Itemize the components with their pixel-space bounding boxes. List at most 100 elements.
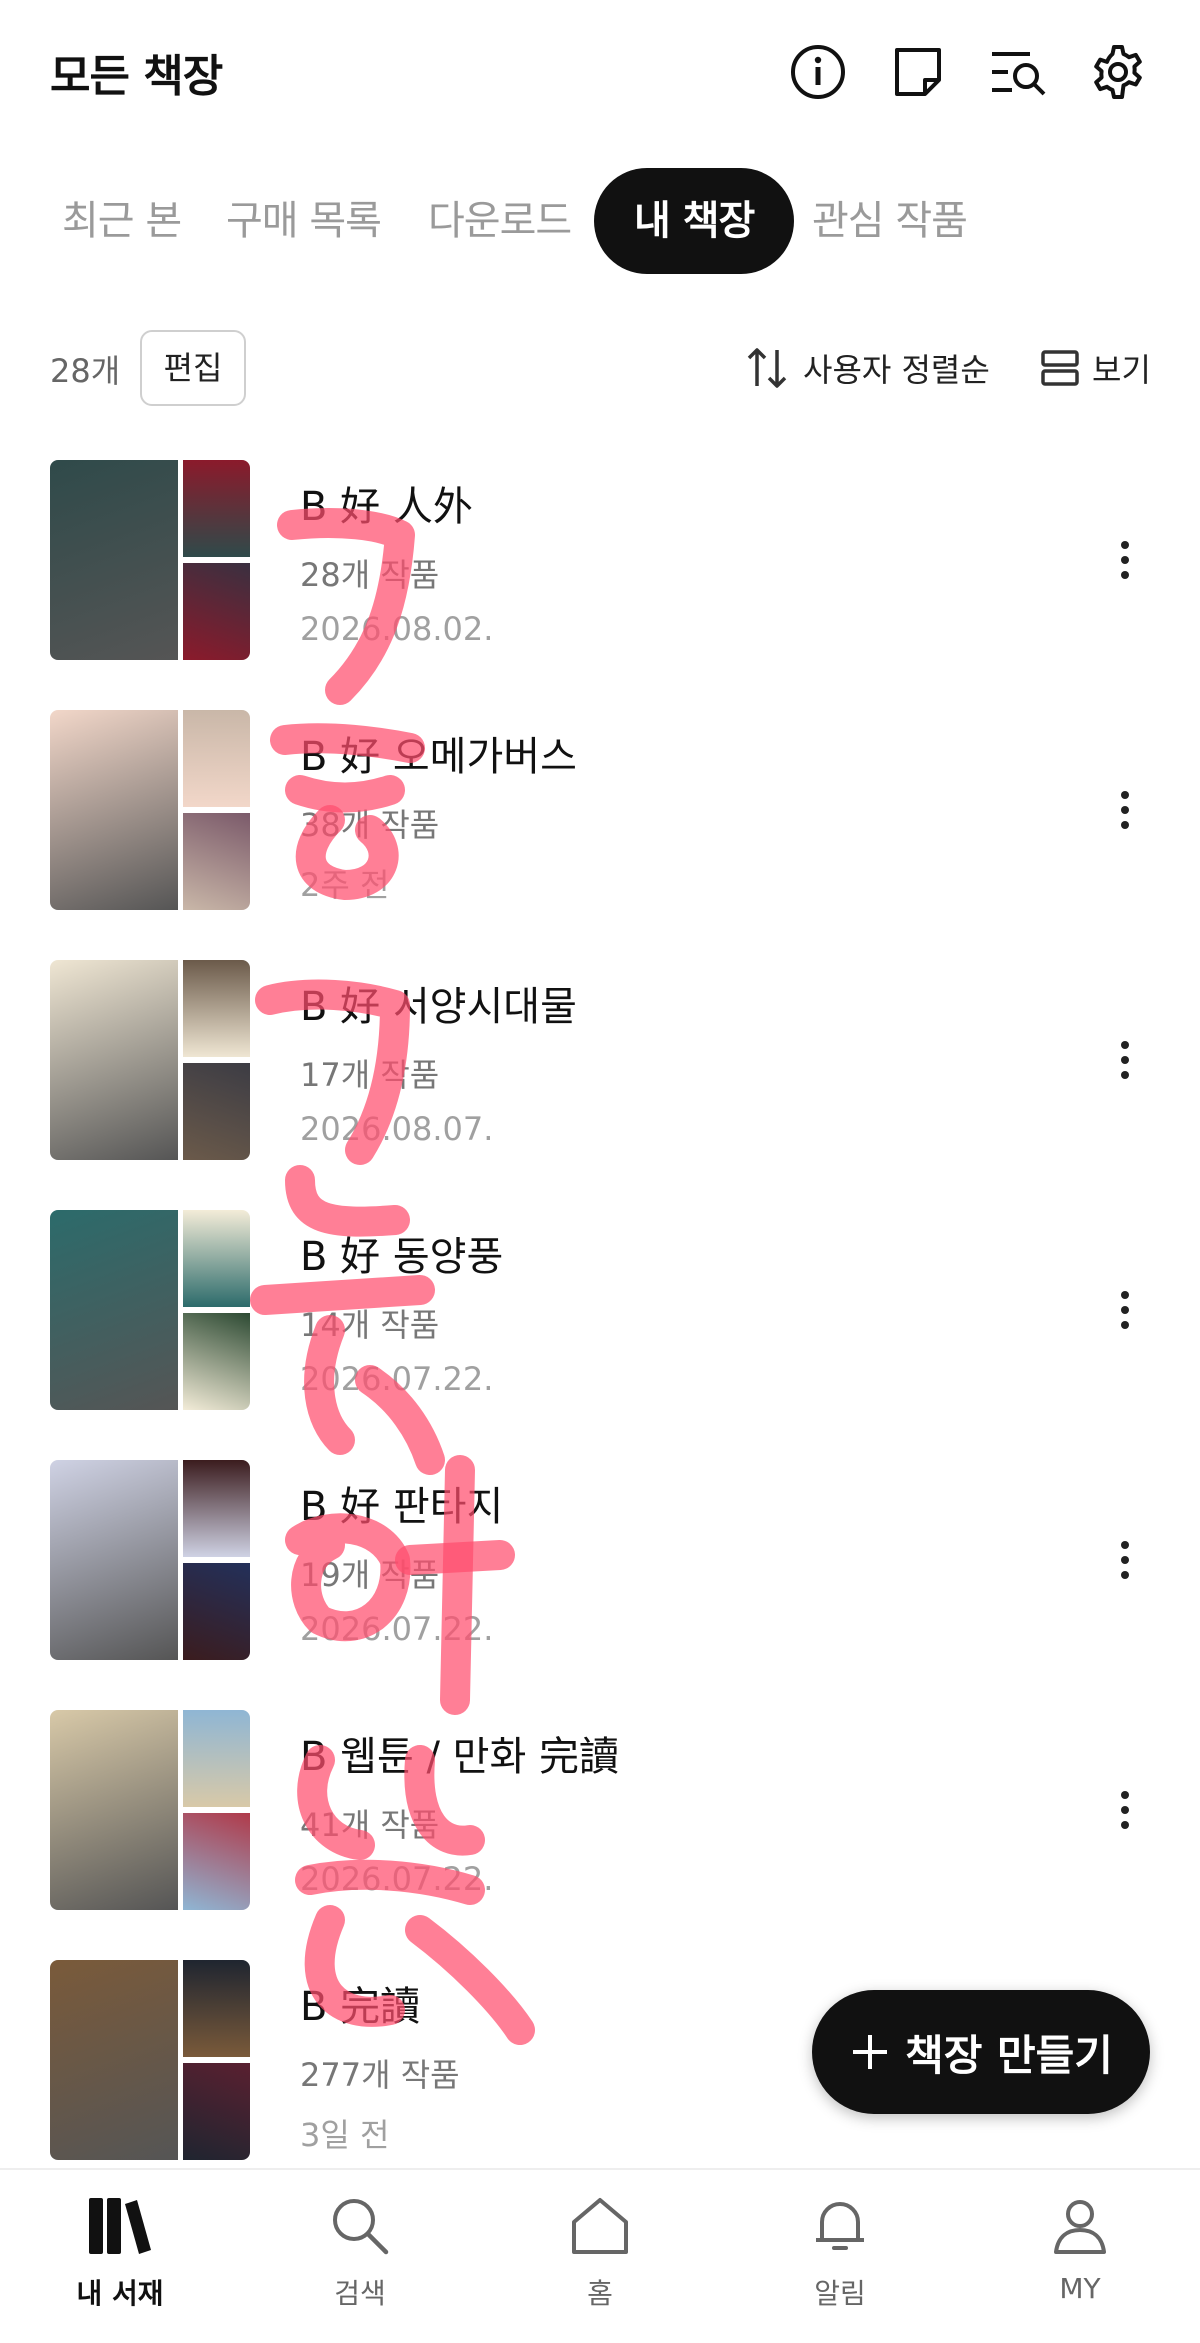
- shelf-tabs: 최근 본 구매 목록 다운로드 내 책장 관심 작품: [0, 168, 1200, 278]
- nav-library[interactable]: 내 서재: [20, 2194, 220, 2334]
- more-options-icon[interactable]: [1105, 1280, 1145, 1340]
- shelf-covers: [50, 960, 250, 1160]
- shelf-name: B 好 서양시대물: [300, 984, 577, 1030]
- shelf-covers: [50, 1710, 250, 1910]
- shelf-covers: [50, 460, 250, 660]
- cover-top: [183, 1960, 250, 2057]
- more-options-icon[interactable]: [1105, 780, 1145, 840]
- shelf-row[interactable]: B 好 동양풍 14개 작품 2026.07.22.: [0, 1210, 1200, 1415]
- home-icon: [572, 2198, 628, 2254]
- create-shelf-label: 책장 만들기: [905, 2030, 1113, 2080]
- shelf-date: 2026.07.22.: [300, 1360, 494, 1398]
- shelf-date: 3일 전: [300, 2116, 390, 2154]
- nav-label: 홈: [587, 2277, 613, 2310]
- shelf-date: 2026.07.22.: [300, 1610, 494, 1648]
- page-title: 모든 책장: [50, 51, 223, 102]
- shelf-name: B 好 동양풍: [300, 1234, 504, 1280]
- more-options-icon[interactable]: [1105, 530, 1145, 590]
- sort-icon: [747, 348, 787, 388]
- bottom-nav: 내 서재 검색 홈 알림 MY: [0, 2168, 1200, 2343]
- shelf-name: B 完讀: [300, 1984, 421, 2030]
- cover-main: [50, 1960, 178, 2160]
- edit-button[interactable]: 편집: [140, 330, 246, 406]
- cover-top: [183, 1710, 250, 1807]
- cover-bottom: [183, 1813, 250, 1910]
- tab-recent[interactable]: 최근 본: [62, 168, 182, 274]
- shelf-date: 2026.08.02.: [300, 610, 494, 648]
- shelf-covers: [50, 1210, 250, 1410]
- list-toolbar: 28개 편집 사용자 정렬순 보기: [0, 330, 1200, 406]
- shelf-item-count: 19개 작품: [300, 1556, 440, 1594]
- shelf-date: 2주 전: [300, 866, 390, 904]
- nav-notifications[interactable]: 알림: [740, 2194, 940, 2334]
- cover-bottom: [183, 1563, 250, 1660]
- cover-main: [50, 460, 178, 660]
- search-icon: [333, 2199, 389, 2255]
- more-options-icon[interactable]: [1105, 1030, 1145, 1090]
- nav-search[interactable]: 검색: [260, 2194, 460, 2334]
- sort-label: 사용자 정렬순: [803, 351, 990, 389]
- create-shelf-button[interactable]: 책장 만들기: [812, 1990, 1150, 2114]
- tab-downloads[interactable]: 다운로드: [428, 168, 572, 274]
- nav-home[interactable]: 홈: [500, 2194, 700, 2334]
- cover-top: [183, 710, 250, 807]
- shelf-name: B 好 오메가버스: [300, 734, 577, 780]
- cover-top: [183, 460, 250, 557]
- more-options-icon[interactable]: [1105, 1780, 1145, 1840]
- shelf-row[interactable]: B 好 人外 28개 작품 2026.08.02.: [0, 460, 1200, 665]
- tab-my-shelves[interactable]: 내 책장: [594, 168, 795, 274]
- cover-main: [50, 1710, 178, 1910]
- cover-bottom: [183, 563, 250, 660]
- shelf-name: B 好 人外: [300, 484, 473, 530]
- app-header: 모든 책장: [0, 0, 1200, 150]
- cover-bottom: [183, 1313, 250, 1410]
- gear-icon[interactable]: [1088, 42, 1148, 102]
- shelf-covers: [50, 1460, 250, 1660]
- library-icon: [89, 2198, 151, 2254]
- cover-top: [183, 1210, 250, 1307]
- shelf-count: 28개: [50, 352, 121, 390]
- plus-icon: [853, 2035, 888, 2069]
- nav-label: 내 서재: [76, 2277, 164, 2310]
- shelf-name: B 웹툰 / 만화 完讀: [300, 1734, 619, 1780]
- cover-top: [183, 1460, 250, 1557]
- shelf-row[interactable]: B 웹툰 / 만화 完讀 41개 작품 2026.07.22.: [0, 1710, 1200, 1915]
- cover-bottom: [183, 2063, 250, 2160]
- info-icon[interactable]: [788, 42, 848, 102]
- shelf-date: 2026.08.07.: [300, 1110, 494, 1148]
- nav-label: 알림: [814, 2277, 866, 2310]
- person-icon: [1054, 2200, 1106, 2254]
- bell-icon: [816, 2202, 864, 2250]
- nav-my[interactable]: MY: [980, 2194, 1180, 2334]
- shelf-item-count: 14개 작품: [300, 1306, 440, 1344]
- shelf-item-count: 28개 작품: [300, 556, 440, 594]
- shelf-row[interactable]: B 好 판타지 19개 작품 2026.07.22.: [0, 1460, 1200, 1665]
- view-label: 보기: [1092, 351, 1151, 389]
- shelf-item-count: 277개 작품: [300, 2056, 460, 2094]
- search-list-icon[interactable]: [988, 42, 1048, 102]
- shelf-item-count: 41개 작품: [300, 1806, 440, 1844]
- shelf-covers: [50, 1960, 250, 2160]
- cover-bottom: [183, 813, 250, 910]
- shelf-row[interactable]: B 好 오메가버스 38개 작품 2주 전: [0, 710, 1200, 915]
- more-options-icon[interactable]: [1105, 1530, 1145, 1590]
- shelf-covers: [50, 710, 250, 910]
- shelf-row[interactable]: B 好 서양시대물 17개 작품 2026.08.07.: [0, 960, 1200, 1165]
- nav-label: MY: [1059, 2272, 1101, 2305]
- note-icon[interactable]: [888, 42, 948, 102]
- cover-main: [50, 710, 178, 910]
- tab-favorites[interactable]: 관심 작품: [812, 168, 968, 274]
- cover-main: [50, 1210, 178, 1410]
- view-button[interactable]: 보기: [1040, 340, 1151, 396]
- tab-purchases[interactable]: 구매 목록: [226, 168, 382, 274]
- cover-main: [50, 1460, 178, 1660]
- nav-label: 검색: [334, 2277, 386, 2310]
- shelf-date: 2026.07.22.: [300, 1860, 494, 1898]
- view-mode-icon: [1041, 350, 1079, 386]
- shelf-item-count: 38개 작품: [300, 806, 440, 844]
- cover-main: [50, 960, 178, 1160]
- shelf-item-count: 17개 작품: [300, 1056, 440, 1094]
- sort-button[interactable]: 사용자 정렬순: [745, 340, 990, 396]
- shelf-name: B 好 판타지: [300, 1484, 504, 1530]
- cover-top: [183, 960, 250, 1057]
